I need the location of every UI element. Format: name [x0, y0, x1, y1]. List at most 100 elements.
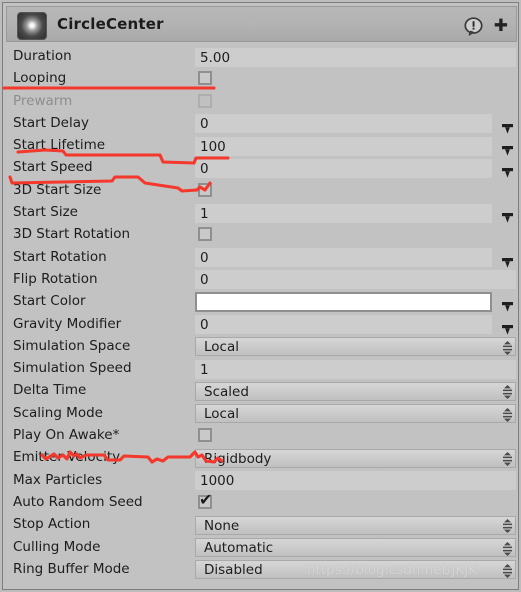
- property-label: Start Rotation: [13, 248, 107, 265]
- property-row: Emitter Velocity Rigidbody: [6, 447, 517, 469]
- field-value: Disabled: [204, 562, 263, 579]
- chevron-down-icon[interactable]: [502, 163, 513, 179]
- property-row: Prewarm: [6, 91, 517, 113]
- property-row: Gravity Modifier 0: [6, 314, 517, 336]
- value-input-field[interactable]: 0: [195, 270, 516, 290]
- enum-popup-field[interactable]: Local: [195, 337, 516, 357]
- property-checkbox[interactable]: ✔: [198, 489, 213, 509]
- property-row: Scaling Mode Local: [6, 403, 517, 425]
- up-down-arrows-icon[interactable]: [503, 384, 512, 400]
- property-list: Duration 5.00 Looping Prewarm Start Delay 0 St…: [6, 46, 517, 581]
- property-label: Culling Mode: [13, 538, 101, 555]
- component-header[interactable]: CircleCenter ✚: [6, 6, 517, 42]
- property-label: Scaling Mode: [13, 404, 103, 421]
- property-label: Max Particles: [13, 471, 103, 488]
- property-row: 3D Start Size: [6, 180, 517, 202]
- particle-glow-thumbnail-icon: [17, 12, 47, 40]
- color-swatch-field[interactable]: [195, 292, 492, 313]
- property-label: Emitter Velocity: [13, 449, 121, 466]
- field-value: Automatic: [204, 540, 274, 557]
- property-row: Flip Rotation 0: [6, 269, 517, 291]
- property-label: Stop Action: [13, 516, 91, 533]
- property-label: Simulation Space: [13, 337, 131, 354]
- property-checkbox[interactable]: [198, 182, 212, 197]
- property-label: Duration: [13, 48, 72, 64]
- field-value: 100: [200, 138, 226, 155]
- property-row: Simulation Speed 1: [6, 358, 517, 380]
- enum-popup-field[interactable]: Rigidbody: [195, 448, 516, 468]
- field-value: 0: [200, 317, 209, 334]
- up-down-arrows-icon[interactable]: [503, 451, 512, 467]
- value-input-field[interactable]: 1: [195, 203, 492, 223]
- property-row: Start Size 1: [6, 202, 517, 224]
- field-value: 1: [200, 205, 209, 222]
- chevron-down-icon[interactable]: [502, 253, 513, 268]
- up-down-arrows-icon[interactable]: [503, 340, 512, 355]
- property-row: Looping: [6, 68, 517, 90]
- property-row: Max Particles 1000: [6, 470, 517, 492]
- field-value: 0: [200, 250, 209, 267]
- chevron-down-icon[interactable]: [502, 320, 513, 335]
- property-label: Flip Rotation: [13, 270, 98, 287]
- value-input-field[interactable]: 100: [195, 136, 492, 156]
- property-row: Duration 5.00: [6, 46, 517, 68]
- field-value: Local: [204, 339, 239, 356]
- property-row: Delta Time Scaled: [6, 380, 517, 402]
- up-down-arrows-icon[interactable]: [503, 541, 512, 556]
- property-row: Start Delay 0: [6, 113, 517, 135]
- property-row: Simulation Space Local: [6, 336, 517, 358]
- property-row: Play On Awake*: [6, 425, 517, 447]
- property-row: 3D Start Rotation: [6, 224, 517, 246]
- field-value: Scaled: [204, 383, 249, 400]
- property-label: Simulation Speed: [13, 360, 132, 377]
- property-checkbox[interactable]: [198, 71, 212, 86]
- property-label: Delta Time: [13, 382, 87, 399]
- field-value: 0: [200, 160, 209, 177]
- component-title: CircleCenter: [57, 15, 164, 33]
- property-label: 3D Start Rotation: [13, 226, 131, 243]
- help-bubble-icon[interactable]: [464, 17, 483, 36]
- up-down-arrows-icon[interactable]: [503, 518, 512, 534]
- enum-popup-field[interactable]: None: [195, 515, 516, 535]
- enum-popup-field[interactable]: Scaled: [195, 381, 516, 401]
- value-input-field[interactable]: 5.00: [195, 47, 516, 67]
- property-row: Stop Action None: [6, 514, 517, 536]
- plus-icon[interactable]: ✚: [494, 18, 508, 35]
- enum-popup-field[interactable]: Local: [195, 404, 516, 424]
- value-input-field[interactable]: 0: [195, 114, 492, 134]
- unity-inspector-panel: CircleCenter ✚ Duration 5.00 Looping Prewar…: [0, 0, 521, 592]
- property-checkbox[interactable]: [198, 428, 212, 443]
- up-down-arrows-icon[interactable]: [503, 407, 512, 422]
- property-label: Auto Random Seed: [13, 493, 143, 510]
- value-input-field[interactable]: 1000: [195, 471, 516, 491]
- value-input-field[interactable]: 0: [195, 315, 492, 335]
- value-input-field[interactable]: 0: [195, 248, 492, 268]
- property-label: Ring Buffer Mode: [13, 560, 130, 577]
- property-checkbox[interactable]: [198, 227, 212, 242]
- property-row: Start Speed 0: [6, 157, 517, 179]
- enum-popup-field[interactable]: Disabled: [195, 560, 516, 580]
- value-input-field[interactable]: 1: [195, 359, 516, 379]
- field-value: 0: [200, 116, 209, 133]
- field-value: Local: [204, 406, 239, 423]
- property-label: Start Color: [13, 293, 86, 310]
- field-value: 1: [200, 361, 209, 378]
- property-label: Start Size: [13, 204, 78, 221]
- property-label: Start Lifetime: [13, 137, 106, 154]
- property-row: Start Lifetime 100: [6, 135, 517, 157]
- chevron-down-icon[interactable]: [502, 208, 513, 223]
- property-label: Looping: [13, 70, 67, 87]
- enum-popup-field[interactable]: Automatic: [195, 538, 516, 558]
- value-input-field[interactable]: 0: [195, 158, 492, 178]
- property-label: Gravity Modifier: [13, 315, 122, 332]
- property-row: Culling Mode Automatic: [6, 537, 517, 559]
- checkmark-icon: ✔: [199, 489, 213, 509]
- particle-system-component: CircleCenter ✚ Duration 5.00 Looping Prewar…: [2, 2, 519, 590]
- property-row: Start Color: [6, 291, 517, 313]
- chevron-down-icon[interactable]: [502, 119, 513, 134]
- property-row: Ring Buffer Mode Disabled: [6, 559, 517, 581]
- chevron-down-icon[interactable]: [502, 297, 513, 312]
- up-down-arrows-icon[interactable]: [503, 563, 512, 578]
- chevron-down-icon[interactable]: [502, 141, 513, 156]
- field-value: 1000: [200, 473, 235, 490]
